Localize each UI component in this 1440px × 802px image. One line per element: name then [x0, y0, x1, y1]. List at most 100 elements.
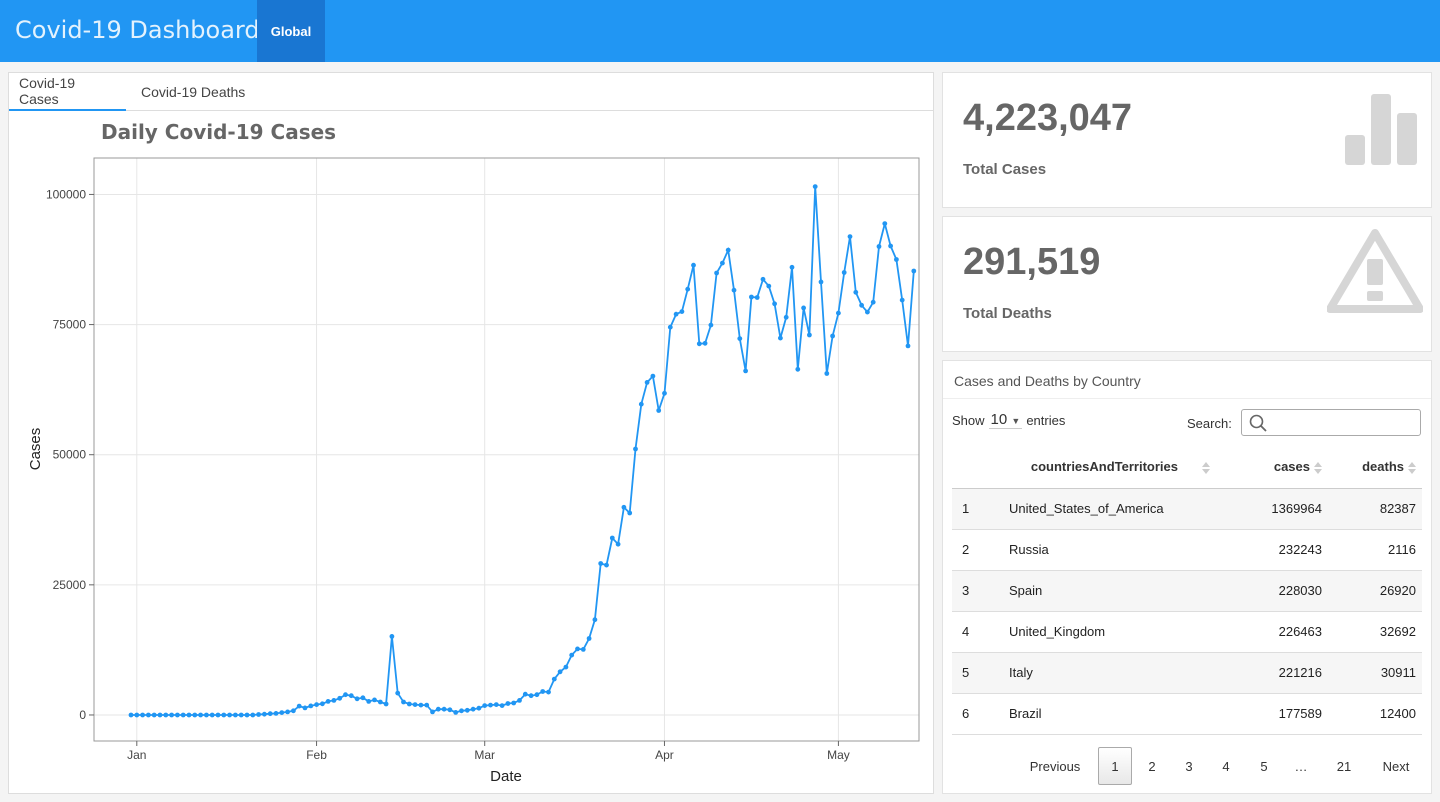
data-point[interactable]: [882, 221, 888, 226]
page-2-button[interactable]: 2: [1143, 747, 1161, 785]
data-point[interactable]: [209, 712, 215, 718]
data-point[interactable]: [337, 695, 343, 701]
data-point[interactable]: [505, 701, 511, 706]
data-point[interactable]: [563, 664, 569, 670]
app-title[interactable]: Covid-19 Dashboard: [15, 16, 260, 44]
data-point[interactable]: [604, 562, 609, 568]
page-length-select[interactable]: 10 ▼: [988, 411, 1023, 429]
data-point[interactable]: [204, 712, 209, 718]
data-point[interactable]: [551, 676, 557, 682]
data-point[interactable]: [778, 335, 783, 341]
data-point[interactable]: [256, 712, 261, 717]
data-point[interactable]: [580, 647, 586, 652]
data-point[interactable]: [650, 373, 656, 379]
data-point[interactable]: [296, 703, 302, 709]
next-button[interactable]: Next: [1368, 747, 1424, 785]
data-point[interactable]: [453, 710, 459, 715]
data-point[interactable]: [673, 311, 679, 317]
data-point[interactable]: [464, 707, 470, 713]
data-point[interactable]: [424, 702, 430, 708]
data-point[interactable]: [459, 708, 464, 714]
data-point[interactable]: [314, 702, 319, 707]
data-point[interactable]: [546, 689, 551, 695]
data-point[interactable]: [575, 646, 580, 652]
col-cases[interactable]: cases: [1222, 446, 1322, 489]
data-point[interactable]: [273, 711, 279, 716]
data-point[interactable]: [714, 270, 719, 276]
data-point[interactable]: [250, 712, 256, 718]
data-point[interactable]: [598, 561, 604, 566]
data-point[interactable]: [836, 310, 841, 316]
data-point[interactable]: [435, 706, 441, 712]
data-point[interactable]: [627, 510, 633, 516]
data-point[interactable]: [615, 541, 621, 547]
page-5-button[interactable]: 5: [1255, 747, 1273, 785]
data-point[interactable]: [302, 705, 308, 711]
data-point[interactable]: [493, 702, 499, 707]
data-point[interactable]: [360, 695, 366, 701]
data-point[interactable]: [696, 341, 702, 347]
data-point[interactable]: [447, 707, 453, 713]
data-point[interactable]: [180, 712, 186, 718]
data-point[interactable]: [691, 262, 696, 268]
previous-button[interactable]: Previous: [1030, 747, 1081, 785]
data-point[interactable]: [262, 711, 267, 717]
data-point[interactable]: [308, 703, 314, 709]
data-point[interactable]: [609, 535, 615, 541]
search-box[interactable]: [1241, 409, 1421, 436]
data-point[interactable]: [285, 709, 290, 715]
data-point[interactable]: [186, 712, 192, 718]
data-point[interactable]: [644, 380, 650, 385]
data-point[interactable]: [320, 701, 325, 707]
data-point[interactable]: [128, 712, 134, 718]
data-point[interactable]: [743, 368, 748, 374]
table-row[interactable]: 1 United_States_of_America 1369964 82387: [952, 488, 1422, 530]
data-point[interactable]: [633, 446, 638, 452]
data-point[interactable]: [865, 309, 870, 315]
search-input[interactable]: [1270, 413, 1415, 433]
data-point[interactable]: [233, 712, 238, 718]
data-point[interactable]: [517, 698, 522, 703]
data-point[interactable]: [679, 309, 685, 314]
data-point[interactable]: [812, 184, 818, 189]
data-point[interactable]: [766, 283, 772, 289]
data-point[interactable]: [807, 332, 812, 338]
data-point[interactable]: [702, 340, 708, 346]
data-point[interactable]: [470, 706, 476, 712]
nav-tab-global[interactable]: Global: [257, 0, 325, 62]
data-point[interactable]: [783, 314, 789, 320]
data-point[interactable]: [685, 286, 691, 292]
data-point[interactable]: [888, 243, 893, 249]
data-point[interactable]: [737, 336, 743, 341]
data-point[interactable]: [377, 699, 383, 705]
data-point[interactable]: [389, 634, 395, 639]
data-point[interactable]: [401, 699, 406, 705]
data-point[interactable]: [325, 699, 331, 704]
data-point[interactable]: [169, 712, 175, 718]
data-point[interactable]: [146, 712, 151, 718]
data-point[interactable]: [198, 712, 204, 718]
data-point[interactable]: [412, 702, 418, 707]
data-point[interactable]: [853, 289, 859, 295]
page-3-button[interactable]: 3: [1180, 747, 1198, 785]
data-point[interactable]: [859, 302, 864, 308]
data-point[interactable]: [667, 324, 673, 330]
data-point[interactable]: [749, 294, 754, 300]
page-4-button[interactable]: 4: [1217, 747, 1235, 785]
data-point[interactable]: [789, 264, 795, 270]
table-row[interactable]: 2 Russia 232243 2116: [952, 529, 1422, 571]
data-point[interactable]: [760, 276, 766, 282]
data-point[interactable]: [238, 712, 244, 718]
data-point[interactable]: [482, 703, 488, 708]
data-point[interactable]: [227, 712, 233, 718]
data-point[interactable]: [731, 287, 737, 293]
data-point[interactable]: [528, 693, 534, 699]
tab-covid-deaths[interactable]: Covid-19 Deaths: [131, 73, 255, 111]
data-point[interactable]: [354, 696, 360, 702]
data-point[interactable]: [291, 708, 296, 714]
data-point[interactable]: [662, 390, 667, 396]
data-point[interactable]: [430, 709, 435, 715]
data-point[interactable]: [899, 297, 905, 303]
data-point[interactable]: [511, 700, 517, 706]
data-point[interactable]: [476, 705, 482, 711]
